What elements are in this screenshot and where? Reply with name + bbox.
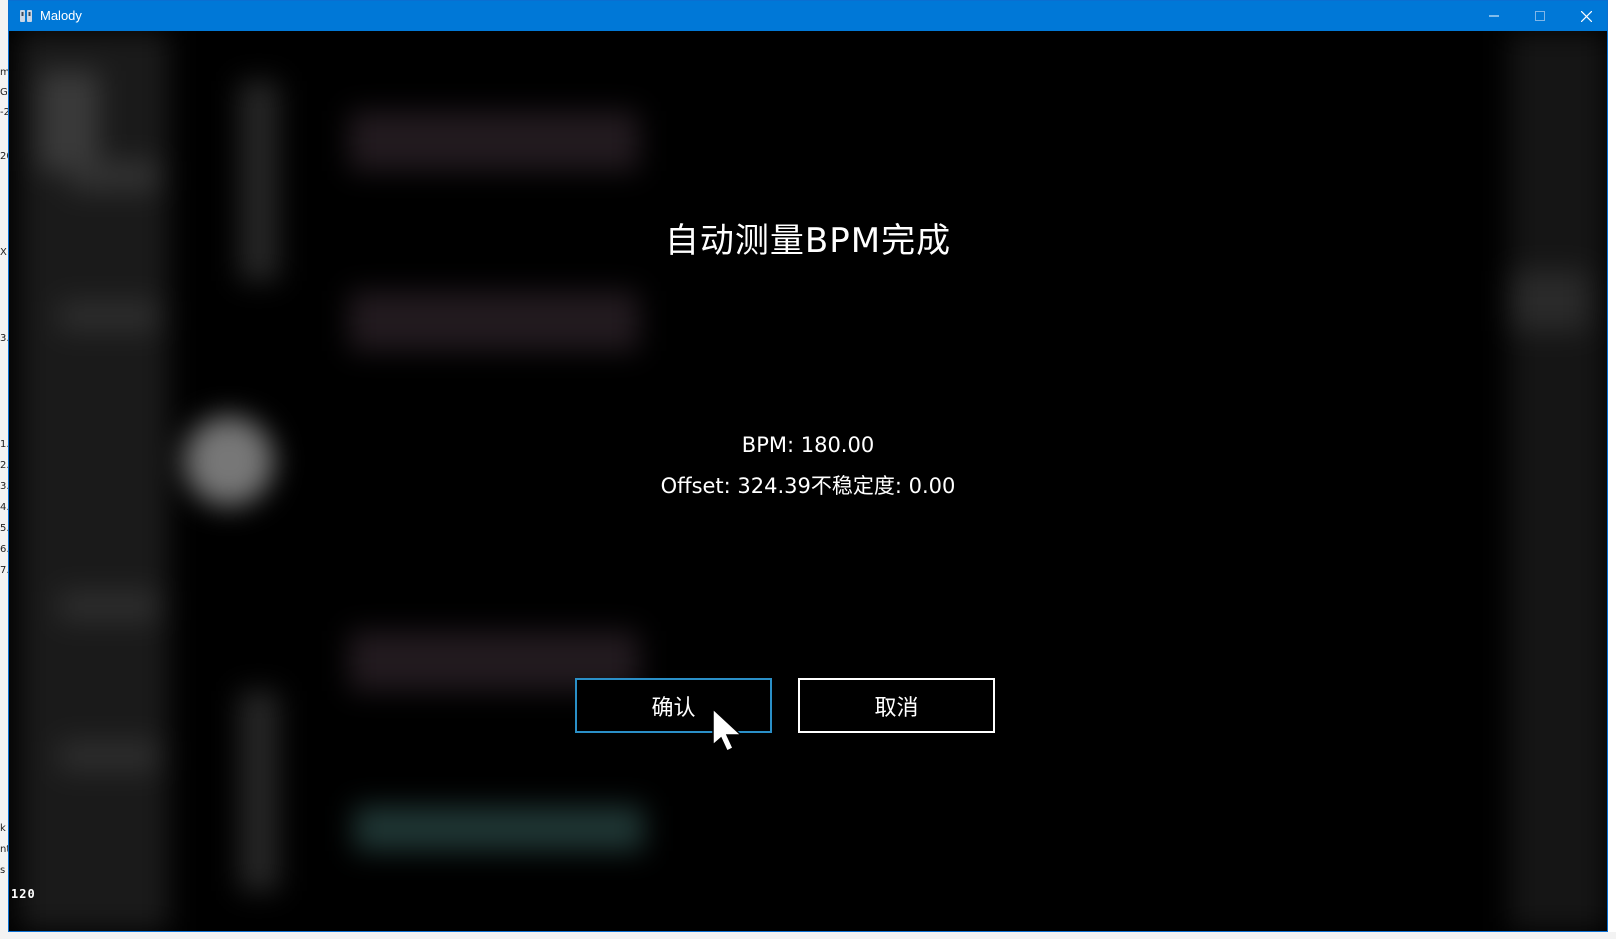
dialog-title: 自动测量BPM完成: [664, 221, 952, 261]
title-bar[interactable]: Malody: [9, 1, 1607, 31]
cancel-button[interactable]: 取消: [798, 678, 995, 733]
fps-counter: 120: [11, 887, 36, 901]
app-content: 自动测量BPM完成 BPM: 180.00 Offset: 324.39不稳定度…: [9, 31, 1607, 931]
desktop-background-strip: m G -2 20 X 3. 1. 2. 3. 4. 5. 6. 7. k nt…: [0, 0, 8, 939]
minimize-button[interactable]: [1471, 1, 1517, 31]
desktop-bottom-strip: [0, 932, 1616, 939]
bpm-result: BPM: 180.00: [741, 433, 875, 457]
maximize-button[interactable]: [1517, 1, 1563, 31]
offset-result: Offset: 324.39不稳定度: 0.00: [660, 474, 956, 498]
close-icon: [1580, 10, 1592, 22]
minimize-icon: [1489, 15, 1499, 17]
malody-window: Malody 自动测量BPM完成 BPM: 180.00 Offset: 324…: [8, 0, 1608, 932]
maximize-icon: [1535, 11, 1545, 21]
malody-app-icon: [20, 10, 32, 22]
mouse-cursor-icon: [712, 707, 743, 753]
close-button[interactable]: [1563, 1, 1607, 31]
window-title: Malody: [40, 8, 82, 23]
